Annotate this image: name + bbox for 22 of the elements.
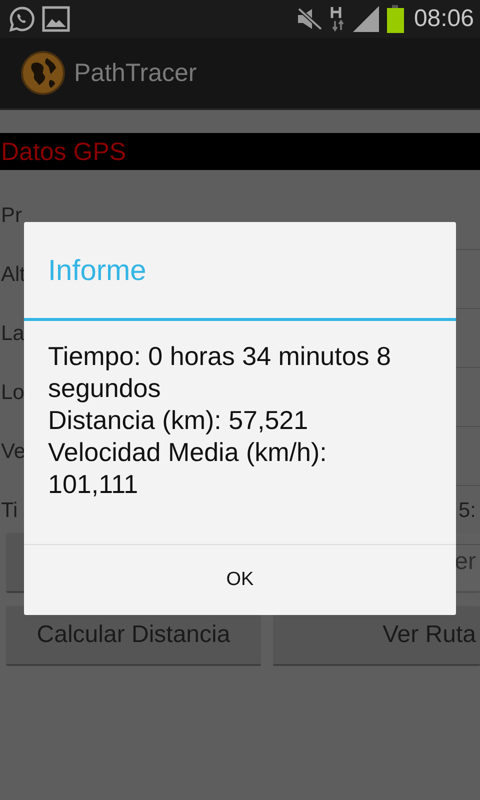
chat-bubble-icon <box>8 5 36 33</box>
field-label: Alt <box>0 263 26 287</box>
ok-button[interactable]: OK <box>24 544 456 615</box>
app-title: PathTracer <box>74 58 197 88</box>
battery-icon <box>386 5 404 33</box>
field-label: Ti <box>0 499 18 523</box>
field-label: Pr <box>0 204 22 228</box>
mute-icon <box>296 6 324 32</box>
signal-icon <box>352 5 380 33</box>
field-label: Lo <box>0 381 24 405</box>
message-line: Distancia (km): 57,521 <box>48 404 310 436</box>
field-label: La <box>0 322 24 346</box>
message-line: Velocidad Media (km/h): 101,111 <box>48 436 328 500</box>
data-h-icon <box>330 5 346 33</box>
field-value: 5: <box>458 499 476 523</box>
clock-time: 08:06 <box>414 5 474 33</box>
field-label: Ve <box>0 440 26 464</box>
message-line: Tiempo: 0 horas 34 minutos 8 segundos <box>48 340 392 404</box>
globe-icon[interactable] <box>20 50 66 96</box>
image-icon <box>42 6 70 32</box>
section-header: Datos GPS <box>0 133 480 170</box>
dialog-title: Informe <box>47 254 148 284</box>
